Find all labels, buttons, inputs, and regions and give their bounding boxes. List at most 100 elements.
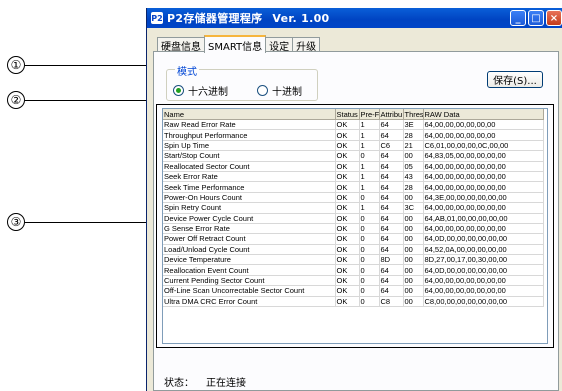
table-row[interactable]: Raw Read Error Rate OK 1 64 3E 64,00,00,00,00… — [163, 119, 544, 131]
column-header[interactable]: Status — [335, 109, 360, 120]
table-cell: OK — [335, 244, 360, 256]
table-cell: Seek Time Performance — [163, 181, 336, 193]
table-cell: 00 — [403, 296, 424, 308]
table-cell: OK — [335, 254, 360, 266]
mode-legend: 模式 — [175, 63, 199, 78]
table-cell: 3C — [403, 202, 424, 214]
smart-table: NameStatusPre-FaAttribuThreshRAW Data Ra… — [162, 108, 548, 344]
table-row[interactable]: Spin Retry Count OK 1 64 3C 64,00,00,00,00,00… — [163, 202, 544, 214]
table-cell: 00 — [403, 244, 424, 256]
table-cell: 64 — [379, 150, 404, 162]
table-row[interactable]: Load/Unload Cycle Count OK 0 64 00 64,52,0A,0… — [163, 244, 544, 256]
tab-disk-info[interactable]: 硬盘信息 — [157, 37, 205, 53]
radio-decimal[interactable]: 十进制 — [257, 83, 302, 98]
table-cell: 64,00,00,00,00,00,00,00 — [423, 161, 544, 172]
column-header[interactable]: Attribu — [379, 109, 404, 120]
table-cell: 64,52,0A,00,00,00,00,00 — [423, 244, 544, 256]
table-cell: OK — [335, 213, 360, 224]
maximize-button[interactable]: □ — [528, 10, 544, 26]
table-cell: Reallocation Event Count — [163, 264, 336, 276]
mode-group: 模式 十六进制 十进制 — [166, 63, 318, 101]
table-cell: 00 — [403, 264, 424, 276]
table-cell: Spin Up Time — [163, 140, 336, 152]
table-row[interactable]: G Sense Error Rate OK 0 64 00 64,00,00,00,00,… — [163, 223, 544, 235]
table-row[interactable]: Spin Up Time OK 1 C6 21 C6,01,00,00,00,0C,00,… — [163, 140, 544, 152]
radio-hex-indicator[interactable] — [173, 85, 184, 96]
app-icon: P2 — [151, 12, 163, 24]
table-cell: 64,83,05,00,00,00,00,00 — [423, 150, 544, 162]
table-row[interactable]: Throughput Performance OK 1 64 28 64,00,00,00… — [163, 129, 544, 141]
table-cell: 64 — [379, 161, 404, 172]
table-cell: 28 — [403, 181, 424, 193]
save-button[interactable]: 保存(S)... — [487, 71, 543, 88]
table-row[interactable]: Seek Time Performance OK 1 64 28 64,00,00,00,… — [163, 181, 544, 193]
table-row[interactable]: Ultra DMA CRC Error Count OK 0 C8 00 C8,00,00… — [163, 296, 544, 308]
table-cell: 00 — [403, 275, 424, 287]
table-row[interactable]: Device Power Cycle Count OK 0 64 00 64,AB,01,… — [163, 213, 544, 224]
table-row[interactable]: Current Pending Sector Count OK 0 64 00 64,00… — [163, 275, 544, 287]
table-cell: C6 — [379, 140, 404, 152]
callout-2: ② — [7, 91, 25, 109]
table-cell: Device Power Cycle Count — [163, 213, 336, 224]
table-row[interactable]: Reallocation Event Count OK 0 64 00 64,0D,00,… — [163, 264, 544, 276]
table-row[interactable]: Device Temperature OK 0 8D 00 8D,27,00,17,00,… — [163, 254, 544, 266]
table-cell: 64 — [379, 181, 404, 193]
table-row[interactable]: Seek Error Rate OK 1 64 43 64,00,00,00,00,00,… — [163, 171, 544, 183]
minimize-button[interactable]: _ — [510, 10, 526, 26]
table-cell: 1 — [359, 202, 380, 214]
table-row[interactable]: Off-Line Scan Uncorrectable Sector Count… — [163, 285, 544, 297]
tab-settings[interactable]: 设定 — [265, 37, 294, 53]
table-cell: Off-Line Scan Uncorrectable Sector Count — [163, 285, 336, 297]
table-cell: 64 — [379, 129, 404, 141]
table-cell: OK — [335, 161, 360, 172]
table-cell: 64,0D,00,00,00,00,00,00 — [423, 233, 544, 245]
table-cell: Power-On Hours Count — [163, 192, 336, 204]
tab-smart-info[interactable]: SMART信息 — [204, 35, 267, 53]
tab-upgrade[interactable]: 升级 — [292, 37, 321, 53]
close-button[interactable]: × — [546, 10, 562, 26]
table-cell: 64 — [379, 192, 404, 204]
table-cell: 64 — [379, 119, 404, 131]
table-cell: 64 — [379, 171, 404, 183]
table-cell: Ultra DMA CRC Error Count — [163, 296, 336, 308]
table-cell: 1 — [359, 171, 380, 183]
radio-decimal-label: 十进制 — [272, 87, 302, 98]
table-cell: 64 — [379, 264, 404, 276]
table-cell: C8,00,00,00,00,00,00,00 — [423, 296, 544, 308]
column-header[interactable]: RAW Data — [423, 109, 544, 120]
table-cell: 64 — [379, 213, 404, 224]
table-cell: 1 — [359, 129, 380, 141]
title-bar[interactable]: P2 P2存储器管理程序 Ver. 1.00 _ □ × — [147, 8, 562, 28]
table-cell: 0 — [359, 275, 380, 287]
status-bar: 状态： 正在连接 — [164, 374, 246, 389]
table-cell: 00 — [403, 192, 424, 204]
window-version: Ver. 1.00 — [272, 12, 330, 25]
callout-3-leader — [25, 222, 160, 223]
table-cell: OK — [335, 285, 360, 297]
table-cell: 43 — [403, 171, 424, 183]
table-cell: 64,00,00,00,00,00,00,00 — [423, 171, 544, 183]
table-row[interactable]: Reallocated Sector Count OK 1 64 05 64,00,00,… — [163, 161, 544, 172]
radio-decimal-indicator[interactable] — [257, 85, 268, 96]
table-body: Raw Read Error Rate OK 1 64 3E 64,00,00,00,00… — [163, 119, 544, 308]
table-cell: 64,00,00,00,00,00,00,00 — [423, 285, 544, 297]
column-header[interactable]: Name — [163, 109, 336, 120]
callout-1: ① — [7, 56, 25, 74]
table-cell: 00 — [403, 213, 424, 224]
column-header[interactable]: Thresh — [403, 109, 424, 120]
table-cell: 64 — [379, 233, 404, 245]
table-cell: 00 — [403, 233, 424, 245]
column-header[interactable]: Pre-Fa — [359, 109, 380, 120]
table-row[interactable]: Power Off Retract Count OK 0 64 00 64,0D,00,0… — [163, 233, 544, 245]
window-title-text: P2存储器管理程序 — [167, 12, 263, 25]
table-cell: Seek Error Rate — [163, 171, 336, 183]
table-row[interactable]: Power-On Hours Count OK 0 64 00 64,3E,00,00,0… — [163, 192, 544, 204]
radio-hex-label: 十六进制 — [188, 87, 228, 98]
radio-hex[interactable]: 十六进制 — [173, 83, 228, 98]
table-cell: Start/Stop Count — [163, 150, 336, 162]
table-row[interactable]: Start/Stop Count OK 0 64 00 64,83,05,00,00,00… — [163, 150, 544, 162]
table-cell: OK — [335, 129, 360, 141]
table-cell: 05 — [403, 161, 424, 172]
table-cell: OK — [335, 150, 360, 162]
table-cell: OK — [335, 264, 360, 276]
